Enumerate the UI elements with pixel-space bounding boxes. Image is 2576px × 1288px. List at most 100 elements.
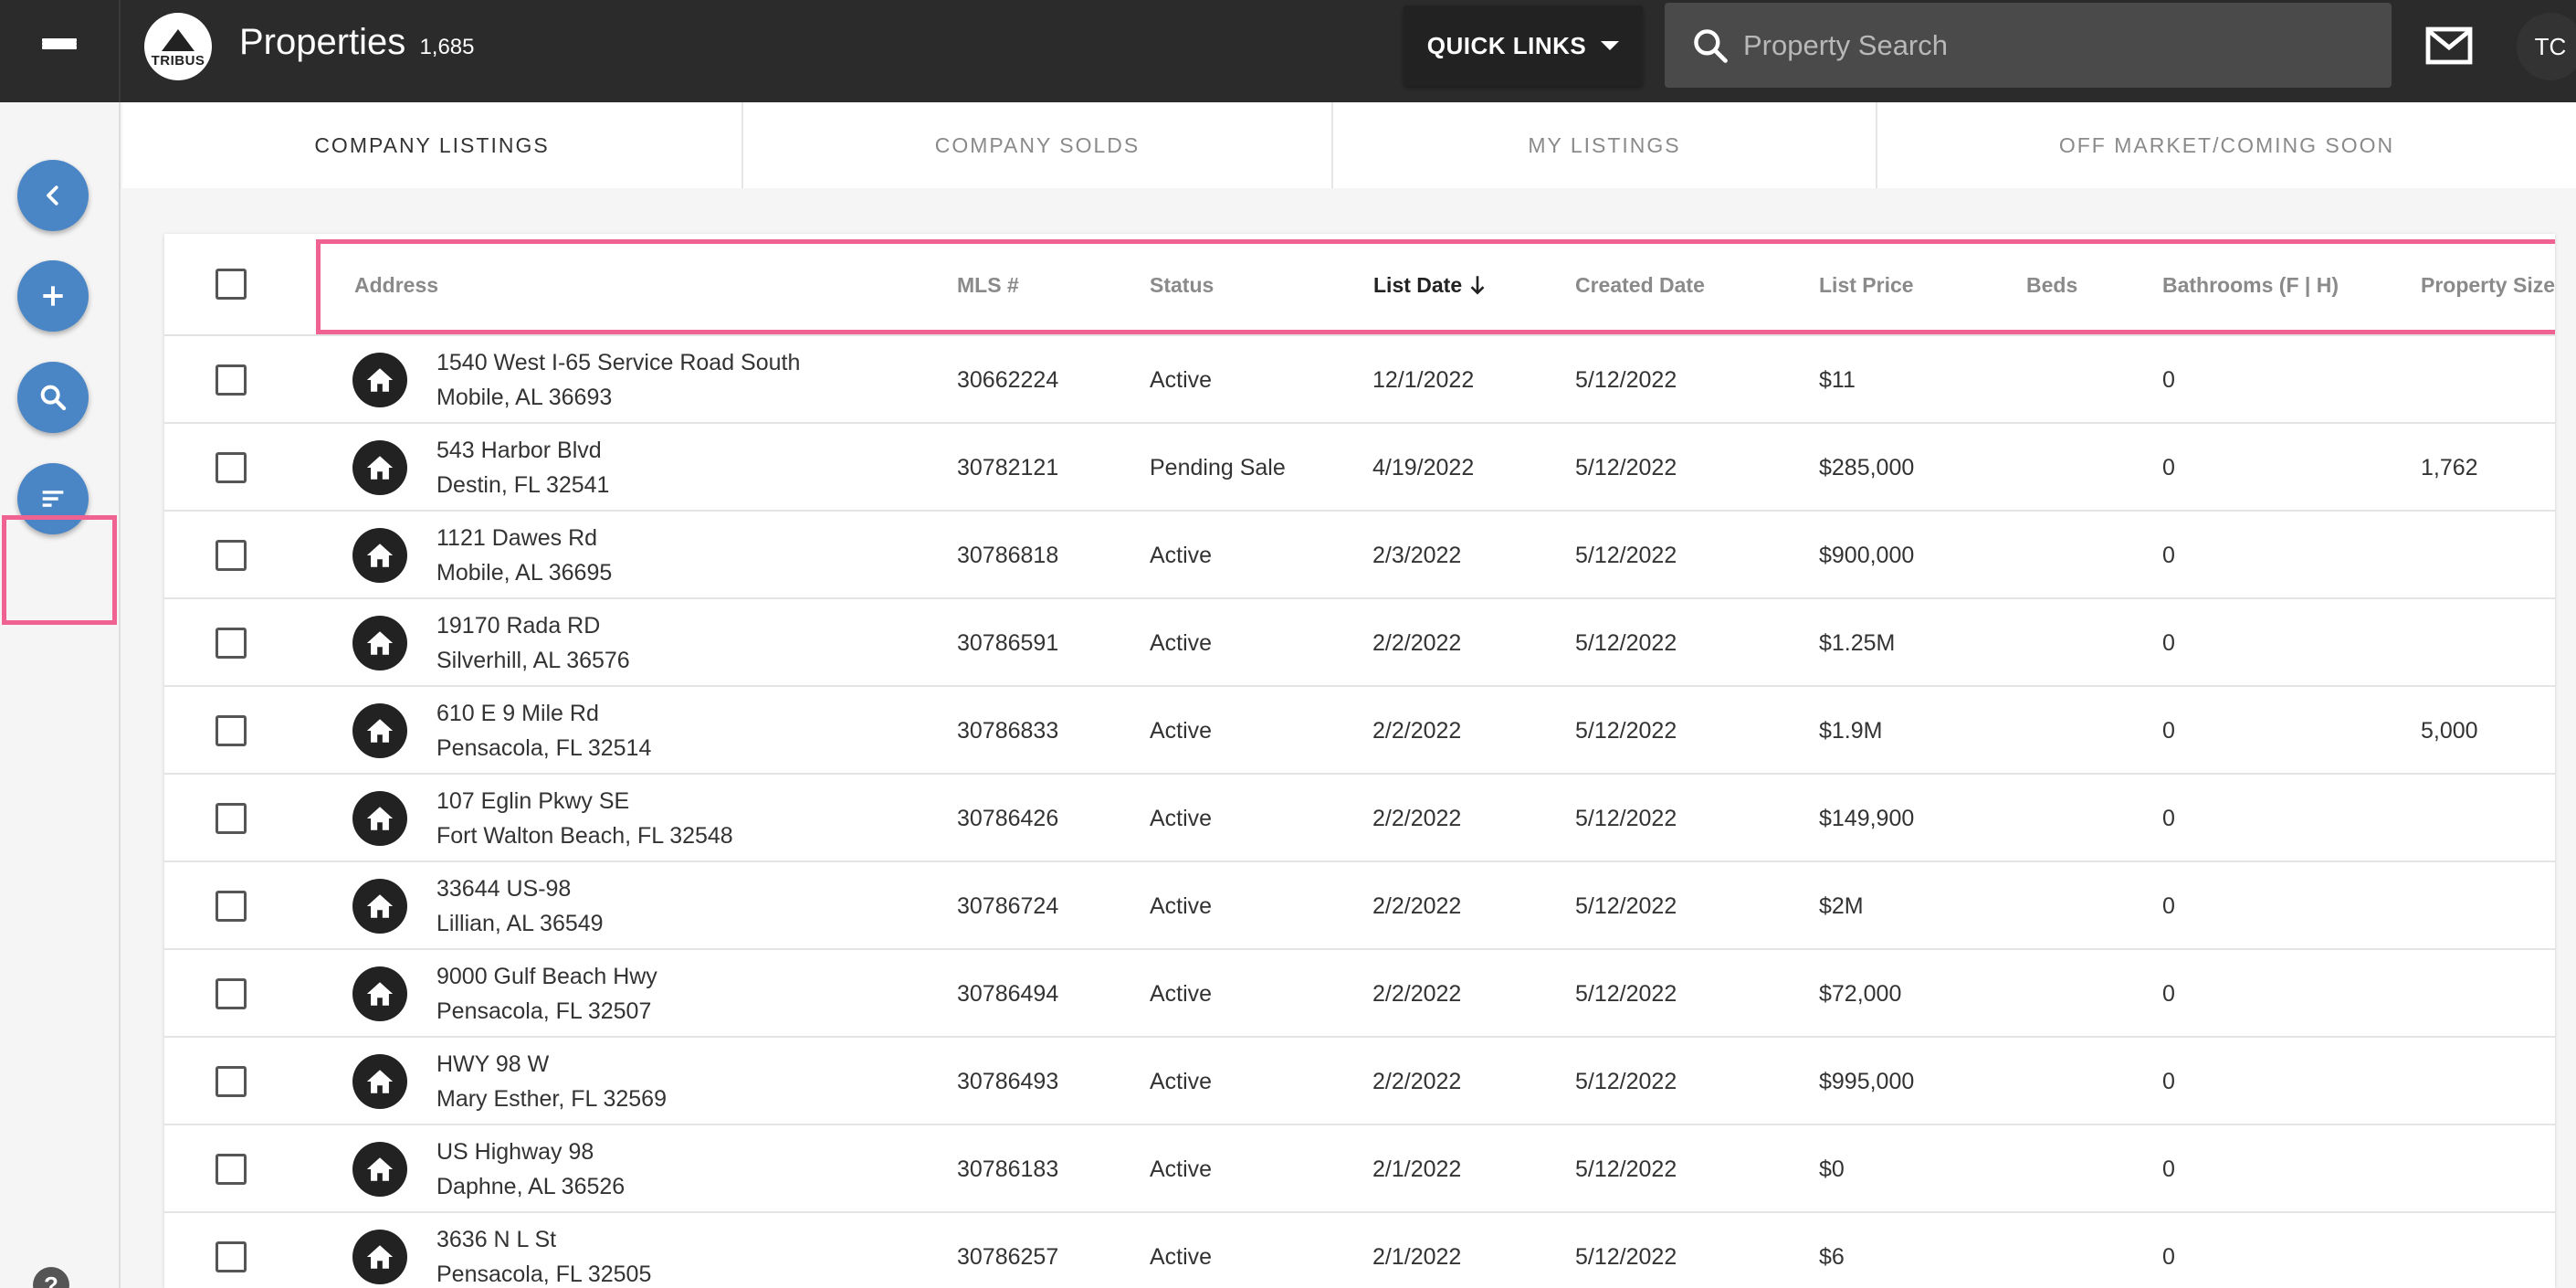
house-icon: [352, 791, 407, 846]
created-date-value: 5/12/2022: [1575, 454, 1677, 480]
tab-company-listings[interactable]: COMPANY LISTINGS: [122, 102, 743, 188]
address-street: 3636 N L St: [436, 1227, 557, 1252]
mls-number: 30786818: [957, 542, 1059, 568]
address-city: Pensacola, FL 32507: [436, 998, 652, 1024]
column-bathrooms[interactable]: Bathrooms (F | H): [2162, 234, 2339, 336]
list-price-value: $2M: [1819, 892, 1864, 919]
row-checkbox[interactable]: [216, 628, 247, 659]
row-checkbox[interactable]: [216, 803, 247, 834]
property-count: 1,685: [419, 35, 475, 59]
mls-number: 30786257: [957, 1243, 1059, 1270]
tab-off-market-coming-soon[interactable]: OFF MARKET/COMING SOON: [1877, 102, 2576, 188]
row-checkbox[interactable]: [216, 1066, 247, 1097]
arrow-down-icon: [1470, 276, 1485, 295]
status-value: Pending Sale: [1150, 454, 1286, 480]
table-row[interactable]: 610 E 9 Mile Rd Pensacola, FL 32514 307868…: [164, 687, 2555, 775]
mls-number: 30786183: [957, 1156, 1059, 1182]
bathrooms-value: 0: [2162, 366, 2175, 393]
search-properties-button[interactable]: [17, 362, 89, 433]
status-value: Active: [1150, 1243, 1213, 1270]
quick-links-button[interactable]: QUICK LINKS: [1404, 5, 1643, 86]
list-price-value: $1.25M: [1819, 629, 1896, 656]
status-value: Active: [1150, 892, 1213, 919]
column-address[interactable]: Address: [354, 234, 438, 336]
status-value: Active: [1150, 980, 1213, 1007]
house-icon: [352, 703, 407, 758]
list-price-value: $72,000: [1819, 980, 1902, 1007]
tab-my-listings[interactable]: MY LISTINGS: [1333, 102, 1877, 188]
column-list-date[interactable]: List Date: [1373, 234, 1489, 336]
list-price-value: $11: [1819, 366, 1856, 393]
status-value: Active: [1150, 1156, 1213, 1182]
menu-button[interactable]: [0, 0, 121, 102]
row-checkbox[interactable]: [216, 452, 247, 483]
tab-company-solds[interactable]: COMPANY SOLDS: [743, 102, 1333, 188]
top-app-bar: TRIBUS Properties 1,685 QUICK LINKS TC: [0, 0, 2576, 102]
table-row[interactable]: US Highway 98 Daphne, AL 36526 30786183 Act…: [164, 1125, 2555, 1213]
column-created-date[interactable]: Created Date: [1575, 234, 1705, 336]
address-city: Daphne, AL 36526: [436, 1174, 626, 1199]
table-row[interactable]: 19170 Rada RD Silverhill, AL 36576 3078659…: [164, 599, 2555, 687]
status-value: Active: [1150, 805, 1213, 831]
column-list-price[interactable]: List Price: [1819, 234, 1914, 336]
address-city: Mobile, AL 36695: [436, 560, 613, 586]
status-value: Active: [1150, 366, 1213, 393]
list-price-value: $285,000: [1819, 454, 1915, 480]
table-row[interactable]: 1540 West I-65 Service Road South Mobile,…: [164, 336, 2555, 424]
address-street: HWY 98 W: [436, 1051, 550, 1077]
created-date-value: 5/12/2022: [1575, 1243, 1677, 1270]
property-search-input[interactable]: [1743, 28, 2364, 62]
mail-icon[interactable]: [2425, 26, 2473, 66]
house-icon: [352, 1230, 407, 1284]
table-body: 1540 West I-65 Service Road South Mobile,…: [164, 336, 2555, 1288]
hamburger-menu-icon: [42, 38, 77, 64]
bathrooms-value: 0: [2162, 1068, 2175, 1094]
list-price-value: $6: [1819, 1243, 1845, 1270]
created-date-value: 5/12/2022: [1575, 629, 1677, 656]
mls-number: 30662224: [957, 366, 1059, 393]
address-street: 1540 West I-65 Service Road South: [436, 350, 801, 375]
table-row[interactable]: 107 Eglin Pkwy SE Fort Walton Beach, FL 3…: [164, 775, 2555, 862]
row-checkbox[interactable]: [216, 540, 247, 571]
table-row[interactable]: HWY 98 W Mary Esther, FL 32569 30786493 Act…: [164, 1038, 2555, 1125]
house-icon: [352, 966, 407, 1021]
table-row[interactable]: 543 Harbor Blvd Destin, FL 32541 30782121 P…: [164, 424, 2555, 512]
bathrooms-value: 0: [2162, 542, 2175, 568]
address-street: 107 Eglin Pkwy SE: [436, 788, 630, 814]
table-row[interactable]: 3636 N L St Pensacola, FL 32505 30786257 Ac…: [164, 1213, 2555, 1288]
created-date-value: 5/12/2022: [1575, 980, 1677, 1007]
status-value: Active: [1150, 542, 1213, 568]
created-date-value: 5/12/2022: [1575, 892, 1677, 919]
created-date-value: 5/12/2022: [1575, 1156, 1677, 1182]
row-checkbox[interactable]: [216, 891, 247, 922]
row-checkbox[interactable]: [216, 1241, 247, 1272]
list-date-value: 2/1/2022: [1372, 1243, 1462, 1270]
select-all-checkbox[interactable]: [216, 269, 247, 300]
mls-number: 30782121: [957, 454, 1059, 480]
highlight-box-sort-button: [2, 515, 117, 625]
column-status[interactable]: Status: [1150, 234, 1214, 336]
property-search-box[interactable]: [1665, 3, 2392, 88]
table-row[interactable]: 1121 Dawes Rd Mobile, AL 36695 30786818 Act…: [164, 512, 2555, 599]
table-row[interactable]: 9000 Gulf Beach Hwy Pensacola, FL 32507 30…: [164, 950, 2555, 1038]
bathrooms-value: 0: [2162, 1156, 2175, 1182]
collapse-back-button[interactable]: [17, 160, 89, 231]
column-property-size[interactable]: Property Size: [2421, 234, 2555, 336]
address-city: Mary Esther, FL 32569: [436, 1086, 667, 1112]
tribus-logo[interactable]: TRIBUS: [144, 13, 212, 80]
address-street: 9000 Gulf Beach Hwy: [436, 964, 657, 989]
row-checkbox[interactable]: [216, 978, 247, 1009]
row-checkbox[interactable]: [216, 715, 247, 746]
column-beds[interactable]: Beds: [2026, 234, 2077, 336]
row-checkbox[interactable]: [216, 364, 247, 396]
table-row[interactable]: 33644 US-98 Lillian, AL 36549 30786724 Acti…: [164, 862, 2555, 950]
add-property-button[interactable]: [17, 260, 89, 332]
user-avatar[interactable]: TC: [2517, 13, 2576, 80]
column-mls[interactable]: MLS #: [957, 234, 1019, 336]
mls-number: 30786493: [957, 1068, 1059, 1094]
list-date-value: 4/19/2022: [1372, 454, 1475, 480]
column-list-date-label: List Date: [1373, 272, 1463, 297]
address-city: Pensacola, FL 32505: [436, 1262, 652, 1287]
row-checkbox[interactable]: [216, 1154, 247, 1185]
list-price-value: $1.9M: [1819, 717, 1883, 744]
